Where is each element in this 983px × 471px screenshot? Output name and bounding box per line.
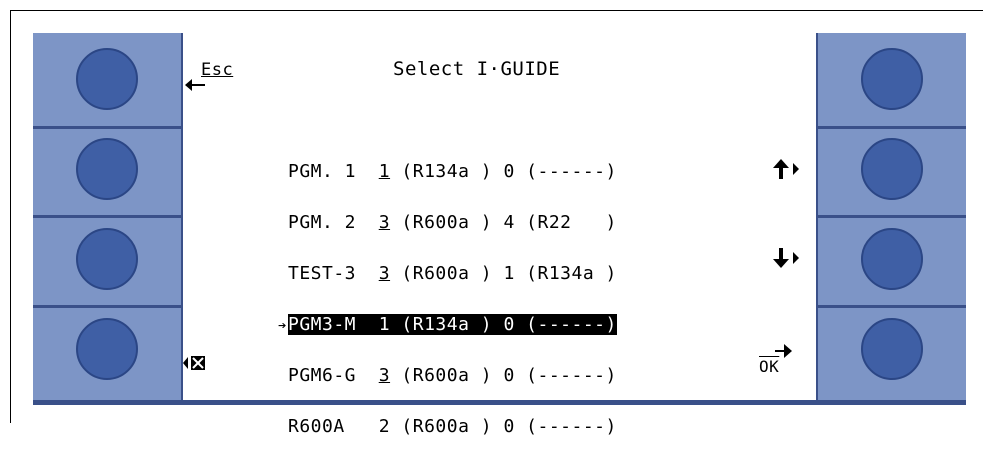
left-softkey-panel bbox=[33, 33, 181, 405]
separator bbox=[818, 400, 966, 405]
list-item[interactable]: PGM6-G 3 (R600a ) 0 (------) bbox=[278, 367, 617, 385]
separator bbox=[33, 305, 181, 308]
separator bbox=[818, 305, 966, 308]
enter-arrow-icon[interactable] bbox=[775, 343, 795, 363]
selection-pointer-icon: ➔ bbox=[278, 318, 287, 334]
separator bbox=[33, 400, 181, 405]
left-softkey-2[interactable] bbox=[76, 138, 138, 200]
separator bbox=[33, 215, 181, 218]
right-softkey-3[interactable] bbox=[861, 228, 923, 290]
arrow-up-icon[interactable] bbox=[773, 159, 801, 181]
list-item-selected[interactable]: ➔PGM3-M 1 (R134a ) 0 (------) bbox=[278, 314, 617, 335]
separator bbox=[33, 126, 181, 129]
list-item[interactable]: R600A 2 (R600a ) 0 (------) bbox=[278, 418, 617, 436]
list-item[interactable]: PGM. 1 1 (R134a ) 0 (------) bbox=[278, 163, 617, 181]
right-softkey-4[interactable] bbox=[861, 318, 923, 380]
page-title: Select I·GUIDE bbox=[393, 58, 561, 80]
separator bbox=[818, 215, 966, 218]
program-list: PGM. 1 1 (R134a ) 0 (------) PGM. 2 3 (R… bbox=[278, 128, 617, 470]
delete-x-icon[interactable] bbox=[183, 355, 207, 371]
right-softkey-1[interactable] bbox=[861, 48, 923, 110]
lcd-screen: Esc Select I·GUIDE PGM. 1 1 (R134a ) 0 (… bbox=[181, 33, 818, 436]
list-item[interactable]: TEST-3 3 (R600a ) 1 (R134a ) bbox=[278, 265, 617, 283]
arrow-down-icon[interactable] bbox=[773, 248, 801, 270]
left-softkey-4[interactable] bbox=[76, 318, 138, 380]
separator bbox=[818, 126, 966, 129]
list-item[interactable]: PGM. 2 3 (R600a ) 4 (R22 ) bbox=[278, 214, 617, 232]
screen-bottom-border bbox=[181, 400, 818, 405]
esc-label[interactable]: Esc bbox=[201, 61, 233, 79]
right-softkey-2[interactable] bbox=[861, 138, 923, 200]
left-softkey-1[interactable] bbox=[76, 48, 138, 110]
right-softkey-panel bbox=[818, 33, 966, 405]
left-softkey-3[interactable] bbox=[76, 228, 138, 290]
